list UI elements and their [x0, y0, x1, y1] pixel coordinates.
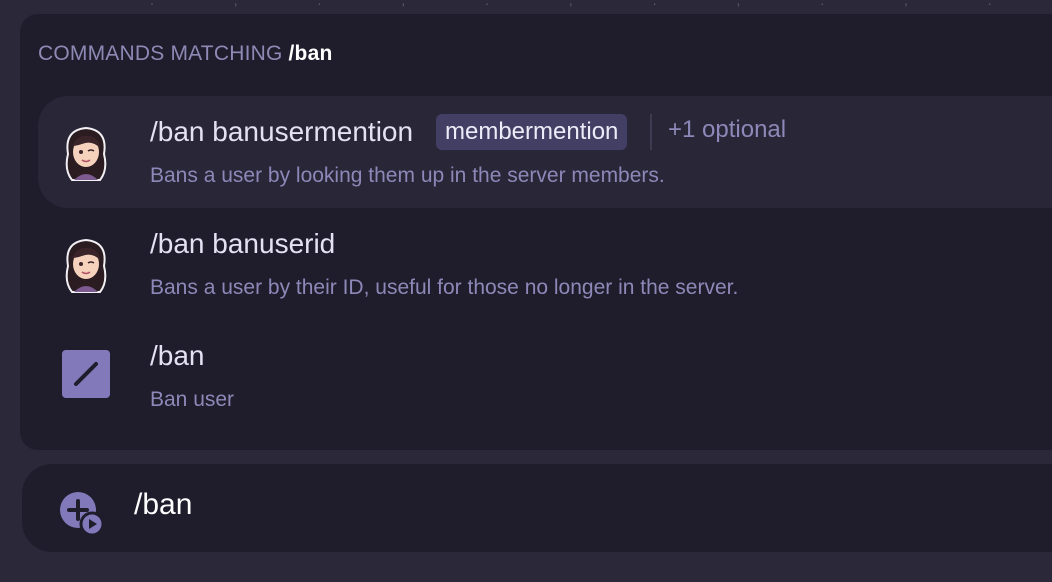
slash-command-icon: [62, 350, 110, 398]
command-item-banuserid[interactable]: /ban banuserid Bans a user by their ID, …: [38, 208, 1052, 320]
autocomplete-header: COMMANDS MATCHING/ban: [38, 42, 333, 66]
bot-avatar-icon: [65, 238, 107, 293]
command-name: /ban banusermention: [150, 116, 414, 147]
optional-count: +1 optional: [668, 116, 787, 143]
option-divider: [650, 114, 652, 150]
command-description: Bans a user by looking them up in the se…: [150, 164, 665, 187]
command-description: Ban user: [150, 388, 235, 411]
message-input-text[interactable]: /ban: [134, 488, 192, 522]
command-item-ban[interactable]: /ban Ban user: [38, 320, 1052, 432]
header-label: COMMANDS MATCHING: [38, 42, 283, 65]
command-description: Bans a user by their ID, useful for thos…: [150, 276, 739, 299]
header-query: /ban: [288, 42, 333, 65]
message-input-bar[interactable]: /ban: [22, 464, 1052, 552]
command-autocomplete-popup: COMMANDS MATCHING/ban /ban banusermentio…: [20, 14, 1052, 450]
command-name: /ban banuserid: [150, 228, 336, 259]
add-attachment-icon[interactable]: [58, 490, 104, 536]
option-pill-membermention: membermention: [436, 114, 628, 150]
bot-avatar-icon: [65, 126, 107, 181]
command-item-banusermention[interactable]: /ban banusermention membermention +1 opt…: [38, 96, 1052, 208]
faded-text-fragments: . , . , . , . , . , .: [150, 0, 1030, 8]
command-name: /ban: [150, 340, 205, 371]
